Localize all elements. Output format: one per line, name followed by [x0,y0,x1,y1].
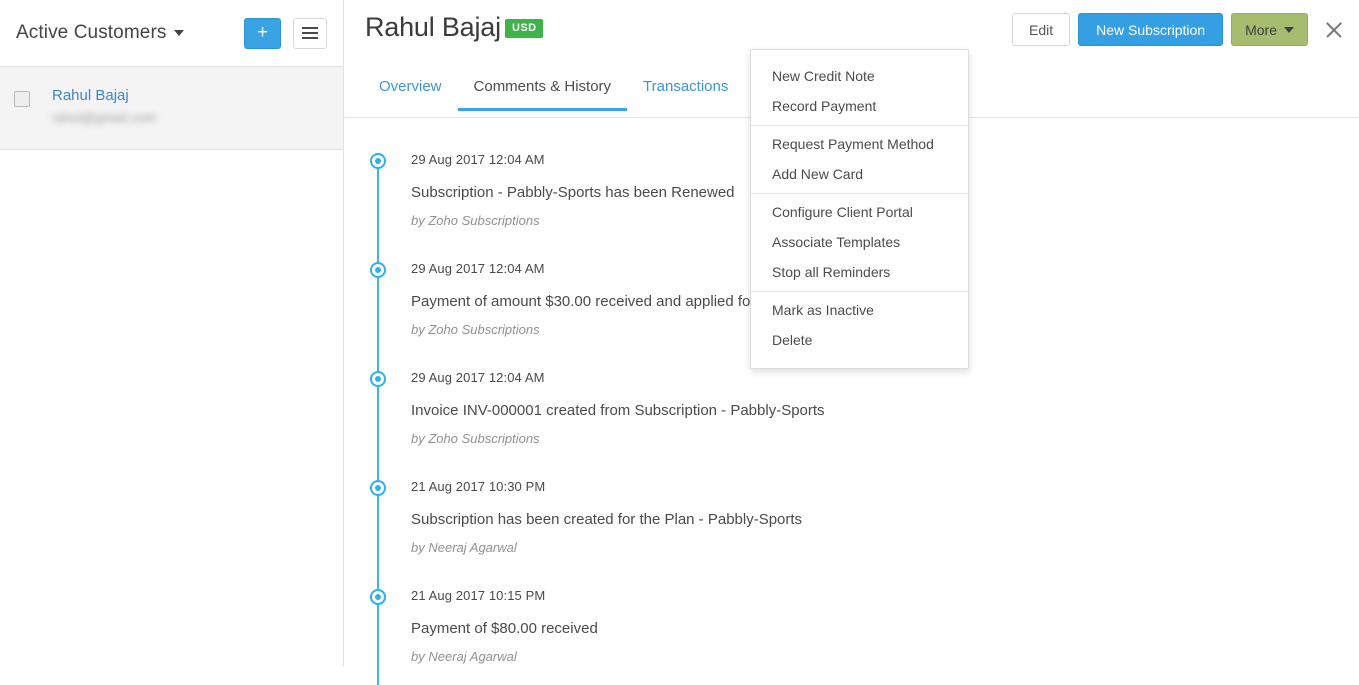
more-dropdown-menu: New Credit Note Record Payment Request Pay… [750,49,969,369]
timeline-entry-author: by Zoho Subscriptions [411,431,540,446]
timeline-entry-description: Subscription has been created for the Pl… [411,511,803,528]
timeline-entry: 21 Aug 2017 10:15 PM Payment of $80.00 re… [370,587,1359,665]
timeline-entry-author: by Neeraj Agarwal [411,649,517,664]
menu-item-associate-templates[interactable]: Associate Templates [751,227,968,257]
menu-group: Mark as Inactive Delete [751,291,968,359]
timeline-marker-icon [370,589,386,605]
tab-overview[interactable]: Overview [363,66,458,111]
timeline-entry-date: 21 Aug 2017 10:30 PM [411,479,546,494]
edit-button-label: Edit [1029,21,1054,38]
add-customer-button[interactable]: + [244,17,281,49]
timeline-entry-author: by Neeraj Agarwal [411,540,517,555]
menu-group: New Credit Note Record Payment [751,58,968,125]
customer-name-link[interactable]: Rahul Bajaj [52,87,156,105]
row-checkbox[interactable] [14,91,30,107]
currency-badge: USD [505,19,544,38]
hamburger-icon-bar [302,32,318,34]
menu-item-record-payment[interactable]: Record Payment [751,91,968,121]
menu-item-delete[interactable]: Delete [751,325,968,355]
menu-item-request-payment-method[interactable]: Request Payment Method [751,129,968,159]
close-icon[interactable] [1323,19,1345,41]
timeline-marker-icon [370,371,386,387]
more-button[interactable]: More [1231,13,1308,46]
menu-item-stop-all-reminders[interactable]: Stop all Reminders [751,257,968,287]
plus-icon: + [256,21,269,43]
timeline-entry-date: 29 Aug 2017 12:04 AM [411,370,545,385]
hamburger-icon-bar [302,37,318,39]
list-options-button[interactable] [293,17,327,49]
page-title: Rahul Bajaj [365,12,501,42]
sidebar-header: Active Customers + [0,0,343,67]
timeline-marker-icon [370,480,386,496]
timeline-marker-icon [370,262,386,278]
customer-list-filter-dropdown[interactable]: Active Customers [16,22,244,44]
menu-item-add-new-card[interactable]: Add New Card [751,159,968,189]
customer-list-filter-label: Active Customers [16,22,167,43]
menu-item-mark-as-inactive[interactable]: Mark as Inactive [751,295,968,325]
timeline-entry-date: 21 Aug 2017 10:15 PM [411,588,546,603]
tab-comments-history[interactable]: Comments & History [457,66,628,111]
edit-button[interactable]: Edit [1012,13,1071,46]
timeline-entry-description: Invoice INV-000001 created from Subscrip… [411,402,825,419]
chevron-down-icon [174,30,185,36]
menu-item-new-credit-note[interactable]: New Credit Note [751,61,968,91]
timeline-entry: 21 Aug 2017 10:30 PM Subscription has bee… [370,478,1359,556]
timeline-marker-icon [370,153,386,169]
more-button-label: More [1245,21,1277,38]
chevron-down-icon [1284,26,1294,33]
customer-list-sidebar: Active Customers + Rahul Bajaj rahul@gma… [0,0,344,667]
list-item-content: Rahul Bajaj rahul@gmail.com [52,87,156,125]
tab-transactions[interactable]: Transactions [627,66,744,111]
timeline-entry: 29 Aug 2017 12:04 AM Invoice INV-000001 c… [370,369,1359,447]
customer-email: rahul@gmail.com [52,110,157,125]
list-item[interactable]: Rahul Bajaj rahul@gmail.com [0,67,343,150]
new-subscription-button-label: New Subscription [1096,21,1206,38]
menu-group: Request Payment Method Add New Card [751,125,968,193]
menu-group: Configure Client Portal Associate Templat… [751,193,968,291]
timeline-entry-description: Payment of $80.00 received [411,620,598,637]
hamburger-icon-bar [302,27,318,29]
header-actions: Edit New Subscription More [1012,13,1345,46]
customer-list: Rahul Bajaj rahul@gmail.com [0,67,343,150]
new-subscription-button[interactable]: New Subscription [1078,13,1224,46]
menu-item-configure-client-portal[interactable]: Configure Client Portal [751,197,968,227]
